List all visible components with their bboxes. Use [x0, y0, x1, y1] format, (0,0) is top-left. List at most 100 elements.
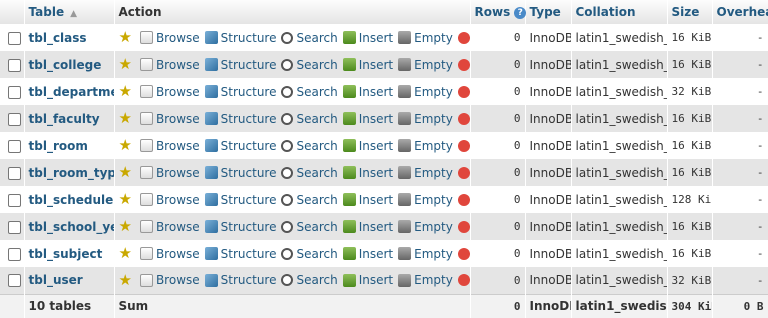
browse-button[interactable]: Browse [139, 139, 200, 153]
insert-button[interactable]: Insert [342, 31, 393, 45]
favorite-star-icon[interactable]: ★ [119, 219, 132, 234]
empty-button[interactable]: Empty [398, 139, 453, 153]
header-size[interactable]: Size [667, 0, 713, 24]
favorite-star-icon[interactable]: ★ [119, 57, 132, 72]
insert-button[interactable]: Insert [342, 85, 393, 99]
table-name-link[interactable]: tbl_school_year [29, 220, 114, 234]
empty-button[interactable]: Empty [398, 166, 453, 180]
drop-button[interactable]: Drop [457, 193, 469, 207]
table-name-link[interactable]: tbl_subject [29, 247, 103, 261]
insert-button[interactable]: Insert [342, 273, 393, 287]
table-name-link[interactable]: tbl_user [29, 273, 83, 287]
insert-button[interactable]: Insert [342, 112, 393, 126]
row-checkbox[interactable] [8, 85, 21, 99]
structure-button[interactable]: Structure [204, 273, 276, 287]
drop-button[interactable]: Drop [457, 166, 469, 180]
search-button[interactable]: Search [281, 273, 338, 287]
header-collation[interactable]: Collation [571, 0, 668, 24]
header-type[interactable]: Type [525, 0, 572, 24]
browse-button[interactable]: Browse [139, 58, 200, 72]
favorite-star-icon[interactable]: ★ [119, 84, 132, 99]
table-name-cell[interactable]: tbl_room [24, 132, 115, 159]
drop-button[interactable]: Drop [457, 247, 469, 261]
structure-button[interactable]: Structure [204, 247, 276, 261]
insert-button[interactable]: Insert [342, 220, 393, 234]
size-cell[interactable]: 16 KiB [667, 24, 713, 51]
row-checkbox-cell[interactable] [0, 213, 25, 240]
search-button[interactable]: Search [281, 31, 338, 45]
row-checkbox-cell[interactable] [0, 186, 25, 213]
size-cell[interactable]: 16 KiB [667, 240, 713, 267]
row-checkbox-cell[interactable] [0, 51, 25, 78]
structure-button[interactable]: Structure [204, 58, 276, 72]
drop-button[interactable]: Drop [457, 112, 469, 126]
table-name-cell[interactable]: tbl_subject [24, 240, 115, 267]
structure-button[interactable]: Structure [204, 139, 276, 153]
row-checkbox-cell[interactable] [0, 132, 25, 159]
search-button[interactable]: Search [281, 220, 338, 234]
browse-button[interactable]: Browse [139, 220, 200, 234]
search-button[interactable]: Search [281, 112, 338, 126]
browse-button[interactable]: Browse [139, 273, 200, 287]
row-checkbox[interactable] [8, 220, 21, 234]
row-checkbox-cell[interactable] [0, 267, 25, 294]
table-name-cell[interactable]: tbl_college [24, 51, 115, 78]
row-checkbox-cell[interactable] [0, 240, 25, 267]
browse-button[interactable]: Browse [139, 247, 200, 261]
insert-button[interactable]: Insert [342, 58, 393, 72]
table-name-link[interactable]: tbl_room [29, 139, 88, 153]
table-name-link[interactable]: tbl_schedule [29, 193, 114, 207]
size-cell[interactable]: 16 KiB [667, 159, 713, 186]
favorite-star-icon[interactable]: ★ [119, 165, 132, 180]
empty-button[interactable]: Empty [398, 58, 453, 72]
size-cell[interactable]: 32 KiB [667, 267, 713, 294]
browse-button[interactable]: Browse [139, 112, 200, 126]
favorite-star-icon[interactable]: ★ [119, 246, 132, 261]
row-checkbox-cell[interactable] [0, 24, 25, 51]
table-name-cell[interactable]: tbl_schedule [24, 186, 115, 213]
table-name-link[interactable]: tbl_faculty [29, 112, 100, 126]
size-cell[interactable]: 16 KiB [667, 105, 713, 132]
favorite-star-icon[interactable]: ★ [119, 272, 132, 288]
table-name-link[interactable]: tbl_department [29, 85, 114, 99]
favorite-star-icon[interactable]: ★ [119, 138, 132, 153]
favorite-star-icon[interactable]: ★ [119, 30, 132, 45]
structure-button[interactable]: Structure [204, 85, 276, 99]
structure-button[interactable]: Structure [204, 166, 276, 180]
table-name-link[interactable]: tbl_college [29, 58, 102, 72]
drop-button[interactable]: Drop [457, 58, 469, 72]
drop-button[interactable]: Drop [457, 85, 469, 99]
row-checkbox[interactable] [8, 247, 21, 261]
row-checkbox[interactable] [8, 166, 21, 180]
browse-button[interactable]: Browse [139, 193, 200, 207]
empty-button[interactable]: Empty [398, 220, 453, 234]
search-button[interactable]: Search [281, 58, 338, 72]
empty-button[interactable]: Empty [398, 85, 453, 99]
insert-button[interactable]: Insert [342, 193, 393, 207]
structure-button[interactable]: Structure [204, 112, 276, 126]
size-cell[interactable]: 16 KiB [667, 132, 713, 159]
row-checkbox-cell[interactable] [0, 159, 25, 186]
drop-button[interactable]: Drop [457, 220, 469, 234]
structure-button[interactable]: Structure [204, 220, 276, 234]
insert-button[interactable]: Insert [342, 139, 393, 153]
size-cell[interactable]: 16 KiB [667, 213, 713, 240]
favorite-star-icon[interactable]: ★ [119, 192, 132, 207]
search-button[interactable]: Search [281, 193, 338, 207]
empty-button[interactable]: Empty [398, 273, 453, 287]
size-cell[interactable]: 32 KiB [667, 78, 713, 105]
size-cell[interactable]: 16 KiB [667, 51, 713, 78]
row-checkbox[interactable] [8, 112, 21, 126]
empty-button[interactable]: Empty [398, 193, 453, 207]
size-cell[interactable]: 128 KiB [667, 186, 713, 213]
header-overhead[interactable]: Overhead [712, 0, 768, 24]
search-button[interactable]: Search [281, 85, 338, 99]
browse-button[interactable]: Browse [139, 85, 200, 99]
row-checkbox[interactable] [8, 31, 21, 45]
search-button[interactable]: Search [281, 247, 338, 261]
structure-button[interactable]: Structure [204, 193, 276, 207]
empty-button[interactable]: Empty [398, 112, 453, 126]
favorite-star-icon[interactable]: ★ [119, 111, 132, 126]
header-rows[interactable]: Rows? [470, 0, 527, 24]
drop-button[interactable]: Drop [457, 273, 469, 287]
